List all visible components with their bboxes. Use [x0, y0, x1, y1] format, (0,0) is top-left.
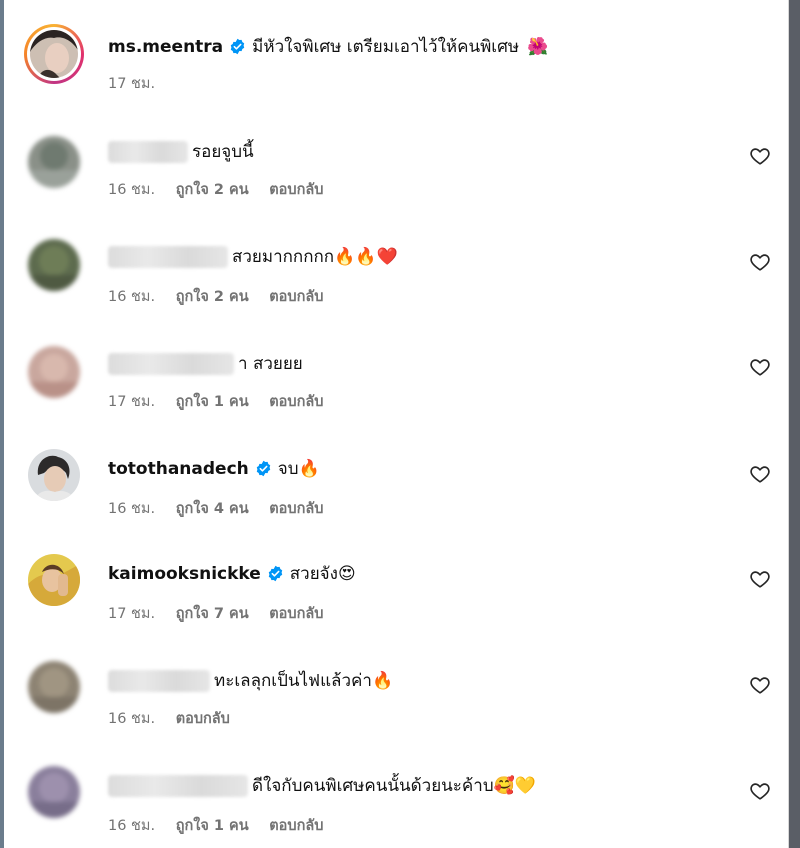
- reply-button[interactable]: ตอบกลับ: [269, 501, 323, 517]
- comment-emoji: 🔥: [371, 670, 394, 691]
- comment-time[interactable]: 16 ชม.: [108, 501, 155, 517]
- heart-outline-icon[interactable]: [749, 356, 771, 378]
- likes-count-link[interactable]: ถูกใจ 2 คน: [176, 182, 249, 198]
- reply-button[interactable]: ตอบกลับ: [269, 394, 323, 410]
- comment-text: จบ: [277, 459, 299, 479]
- comment-line: kaimooksnickke สวยจัง 😍: [108, 560, 356, 587]
- comment-time[interactable]: 16 ชม.: [108, 182, 155, 198]
- comment-meta: 16 ชม. ถูกใจ 4 คน ตอบกลับ: [108, 497, 339, 520]
- heart-outline-icon[interactable]: [749, 251, 771, 273]
- avatar[interactable]: [28, 766, 80, 818]
- post-meta: 17 ชม.: [108, 72, 171, 95]
- comment-meta: 16 ชม. ถูกใจ 2 คน ตอบกลับ: [108, 285, 339, 308]
- post-time[interactable]: 17 ชม.: [108, 76, 155, 92]
- comment-row: ทะเลลุกเป็นไฟแล้วค่า 🔥 16 ชม. ตอบกลับ: [4, 635, 788, 740]
- comment-line: totothanadech จบ 🔥: [108, 455, 320, 482]
- comment-text: สวยจัง: [289, 564, 338, 584]
- comment-row: สวยมากกกกก 🔥🔥❤️ 16 ชม. ถูกใจ 2 คน ตอบกลั…: [4, 215, 788, 320]
- likes-count-link[interactable]: ถูกใจ 4 คน: [176, 501, 249, 517]
- comment-row: รอยจูบนี้ 16 ชม. ถูกใจ 2 คน ตอบกลับ: [4, 110, 788, 215]
- window-edge-right: [788, 0, 800, 848]
- comment-meta: 16 ชม. ถูกใจ 1 คน ตอบกลับ: [108, 814, 339, 837]
- comment-row: totothanadech จบ 🔥 16 ชม. ถูกใจ 4 คน ตอบ…: [4, 425, 788, 530]
- comment-emoji: 🔥: [298, 458, 320, 479]
- heart-outline-icon[interactable]: [749, 568, 771, 590]
- comment-line: ทะเลลุกเป็นไฟแล้วค่า 🔥: [108, 667, 393, 694]
- hibiscus-icon: 🌺: [527, 36, 549, 57]
- comment-line: า สวยยย: [108, 350, 303, 377]
- likes-count-link[interactable]: ถูกใจ 2 คน: [176, 289, 249, 305]
- comment-meta: 16 ชม. ถูกใจ 2 คน ตอบกลับ: [108, 178, 339, 201]
- comment-time[interactable]: 17 ชม.: [108, 606, 155, 622]
- blurred-username[interactable]: [108, 669, 210, 692]
- comment-emoji: 😍: [337, 563, 356, 584]
- comment-username[interactable]: totothanadech: [108, 459, 249, 479]
- heart-outline-icon[interactable]: [749, 463, 771, 485]
- likes-count-link[interactable]: ถูกใจ 1 คน: [176, 818, 249, 834]
- avatar[interactable]: [28, 661, 80, 713]
- comment-row: kaimooksnickke สวยจัง 😍 17 ชม. ถูกใจ 7 ค…: [4, 530, 788, 635]
- avatar[interactable]: [28, 449, 80, 501]
- comment-text: ทะเลลุกเป็นไฟแล้วค่า: [214, 671, 372, 691]
- blurred-username[interactable]: [108, 352, 234, 375]
- comment-meta: 16 ชม. ตอบกลับ: [108, 707, 246, 730]
- comment-row: ดีใจกับคนพิเศษคนนั้นด้วยนะค้าบ 🥰💛 16 ชม.…: [4, 740, 788, 848]
- heart-outline-icon[interactable]: [749, 145, 771, 167]
- reply-button[interactable]: ตอบกลับ: [269, 289, 323, 305]
- avatar[interactable]: [28, 136, 80, 188]
- comment-line: สวยมากกกกก 🔥🔥❤️: [108, 243, 398, 270]
- avatar[interactable]: [28, 554, 80, 606]
- likes-count-link[interactable]: ถูกใจ 1 คน: [176, 394, 249, 410]
- reply-button[interactable]: ตอบกลับ: [176, 711, 230, 727]
- comment-emoji: 🥰💛: [493, 775, 536, 796]
- comment-time[interactable]: 17 ชม.: [108, 394, 155, 410]
- comment-text: สวยมากกกกก: [232, 247, 335, 267]
- likes-count-link[interactable]: ถูกใจ 7 คน: [176, 606, 249, 622]
- comment-text: ดีใจกับคนพิเศษคนนั้นด้วยนะค้าบ: [252, 776, 494, 796]
- comment-time[interactable]: 16 ชม.: [108, 711, 155, 727]
- verified-badge-icon: [256, 460, 270, 477]
- comment-text: รอยจูบนี้: [192, 142, 254, 162]
- comments-panel: ms.meentra มีหัวใจพิเศษ เตรียมเอาไว้ให้ค…: [4, 0, 789, 848]
- comment-time[interactable]: 16 ชม.: [108, 289, 155, 305]
- comment-time[interactable]: 16 ชม.: [108, 818, 155, 834]
- heart-outline-icon[interactable]: [749, 674, 771, 696]
- blurred-username[interactable]: [108, 245, 228, 268]
- verified-badge-icon: [230, 38, 245, 55]
- blurred-username[interactable]: [108, 774, 248, 797]
- post-caption: ms.meentra มีหัวใจพิเศษ เตรียมเอาไว้ให้ค…: [4, 0, 788, 110]
- reply-button[interactable]: ตอบกลับ: [269, 818, 323, 834]
- reply-button[interactable]: ตอบกลับ: [269, 182, 323, 198]
- avatar: [30, 30, 78, 78]
- verified-badge-icon: [268, 565, 283, 582]
- blurred-username[interactable]: [108, 140, 188, 163]
- comment-row: า สวยยย 17 ชม. ถูกใจ 1 คน ตอบกลับ: [4, 320, 788, 425]
- reply-button[interactable]: ตอบกลับ: [269, 606, 323, 622]
- comment-emoji: 🔥🔥❤️: [334, 246, 398, 267]
- comment-meta: 17 ชม. ถูกใจ 1 คน ตอบกลับ: [108, 390, 339, 413]
- post-username[interactable]: ms.meentra: [108, 37, 223, 57]
- caption-text: มีหัวใจพิเศษ เตรียมเอาไว้ให้คนพิเศษ: [252, 37, 520, 57]
- avatar[interactable]: [28, 346, 80, 398]
- comment-line: ดีใจกับคนพิเศษคนนั้นด้วยนะค้าบ 🥰💛: [108, 772, 536, 799]
- caption-line: ms.meentra มีหัวใจพิเศษ เตรียมเอาไว้ให้ค…: [108, 33, 548, 60]
- comment-meta: 17 ชม. ถูกใจ 7 คน ตอบกลับ: [108, 602, 339, 625]
- story-ring-avatar[interactable]: [24, 24, 84, 84]
- heart-outline-icon[interactable]: [749, 780, 771, 802]
- comment-username[interactable]: kaimooksnickke: [108, 564, 261, 584]
- avatar[interactable]: [28, 239, 80, 291]
- comment-text: า สวยยย: [238, 354, 303, 374]
- comment-line: รอยจูบนี้: [108, 138, 254, 165]
